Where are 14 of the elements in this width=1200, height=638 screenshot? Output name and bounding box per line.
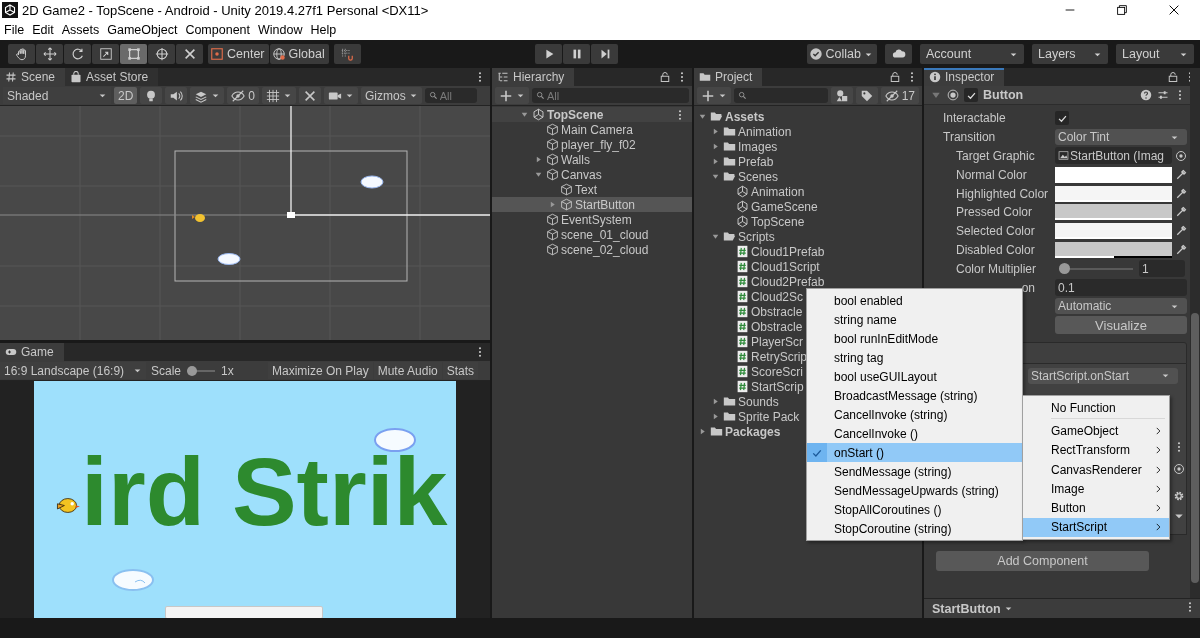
- property-label: Pressed Color: [956, 205, 1034, 220]
- scale-label: Scale: [151, 363, 182, 378]
- property-label: Selected Color: [956, 224, 1036, 239]
- property-label: Normal Color: [956, 167, 1028, 182]
- window-title: 2D Game2 - TopScene - Android - Unity 2019.4.27f1 Personal <DX11>: [22, 2, 429, 18]
- property-label: Transition: [943, 130, 997, 145]
- property-label: Disabled Color: [956, 242, 1036, 257]
- component-name: Button: [983, 88, 1024, 102]
- property-label: Color Multiplier: [956, 261, 1038, 276]
- property-label: Interactable: [943, 111, 1007, 126]
- game-title: ird Strik: [81, 443, 448, 540]
- property-label: Target Graphic: [956, 149, 1036, 163]
- property-label: Highlighted Color: [956, 186, 1050, 201]
- scale-value: 1x: [221, 363, 234, 378]
